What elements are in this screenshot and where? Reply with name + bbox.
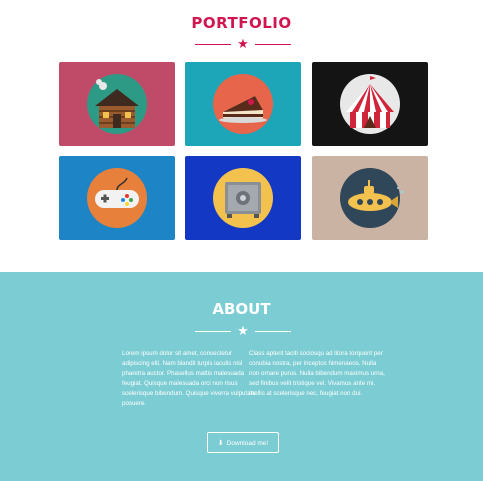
download-label: Download me! xyxy=(226,440,269,447)
safe-icon xyxy=(213,168,273,228)
circus-tent-icon xyxy=(340,74,400,134)
about-section: ABOUT ★ Lorem ipsum dolor sit amet, cons… xyxy=(0,272,483,481)
portfolio-item-cabin[interactable] xyxy=(59,62,175,146)
portfolio-item-circus[interactable] xyxy=(312,62,428,146)
portfolio-item-submarine[interactable] xyxy=(312,156,428,240)
cake-icon xyxy=(213,74,273,134)
about-text-left: Lorem ipsum dolor sit amet, consectetur … xyxy=(122,350,256,407)
download-icon: ⬇ xyxy=(217,440,224,447)
portfolio-divider: ★ xyxy=(195,36,291,51)
portfolio-item-controller[interactable] xyxy=(59,156,175,240)
game-controller-icon xyxy=(87,168,147,228)
star-icon: ★ xyxy=(237,323,249,338)
about-title: ABOUT xyxy=(212,300,271,318)
portfolio-section: PORTFOLIO ★ xyxy=(0,0,483,272)
portfolio-item-safe[interactable] xyxy=(185,156,301,240)
submarine-icon xyxy=(340,168,404,228)
download-button[interactable]: ⬇ Download me! xyxy=(207,432,279,453)
portfolio-item-cake[interactable] xyxy=(185,62,301,146)
log-cabin-icon xyxy=(87,74,147,134)
about-divider: ★ xyxy=(195,323,291,338)
about-text-right: Class aptent taciti sociosqu ad litora t… xyxy=(249,350,385,397)
star-icon: ★ xyxy=(237,36,249,51)
portfolio-title: PORTFOLIO xyxy=(191,14,292,32)
